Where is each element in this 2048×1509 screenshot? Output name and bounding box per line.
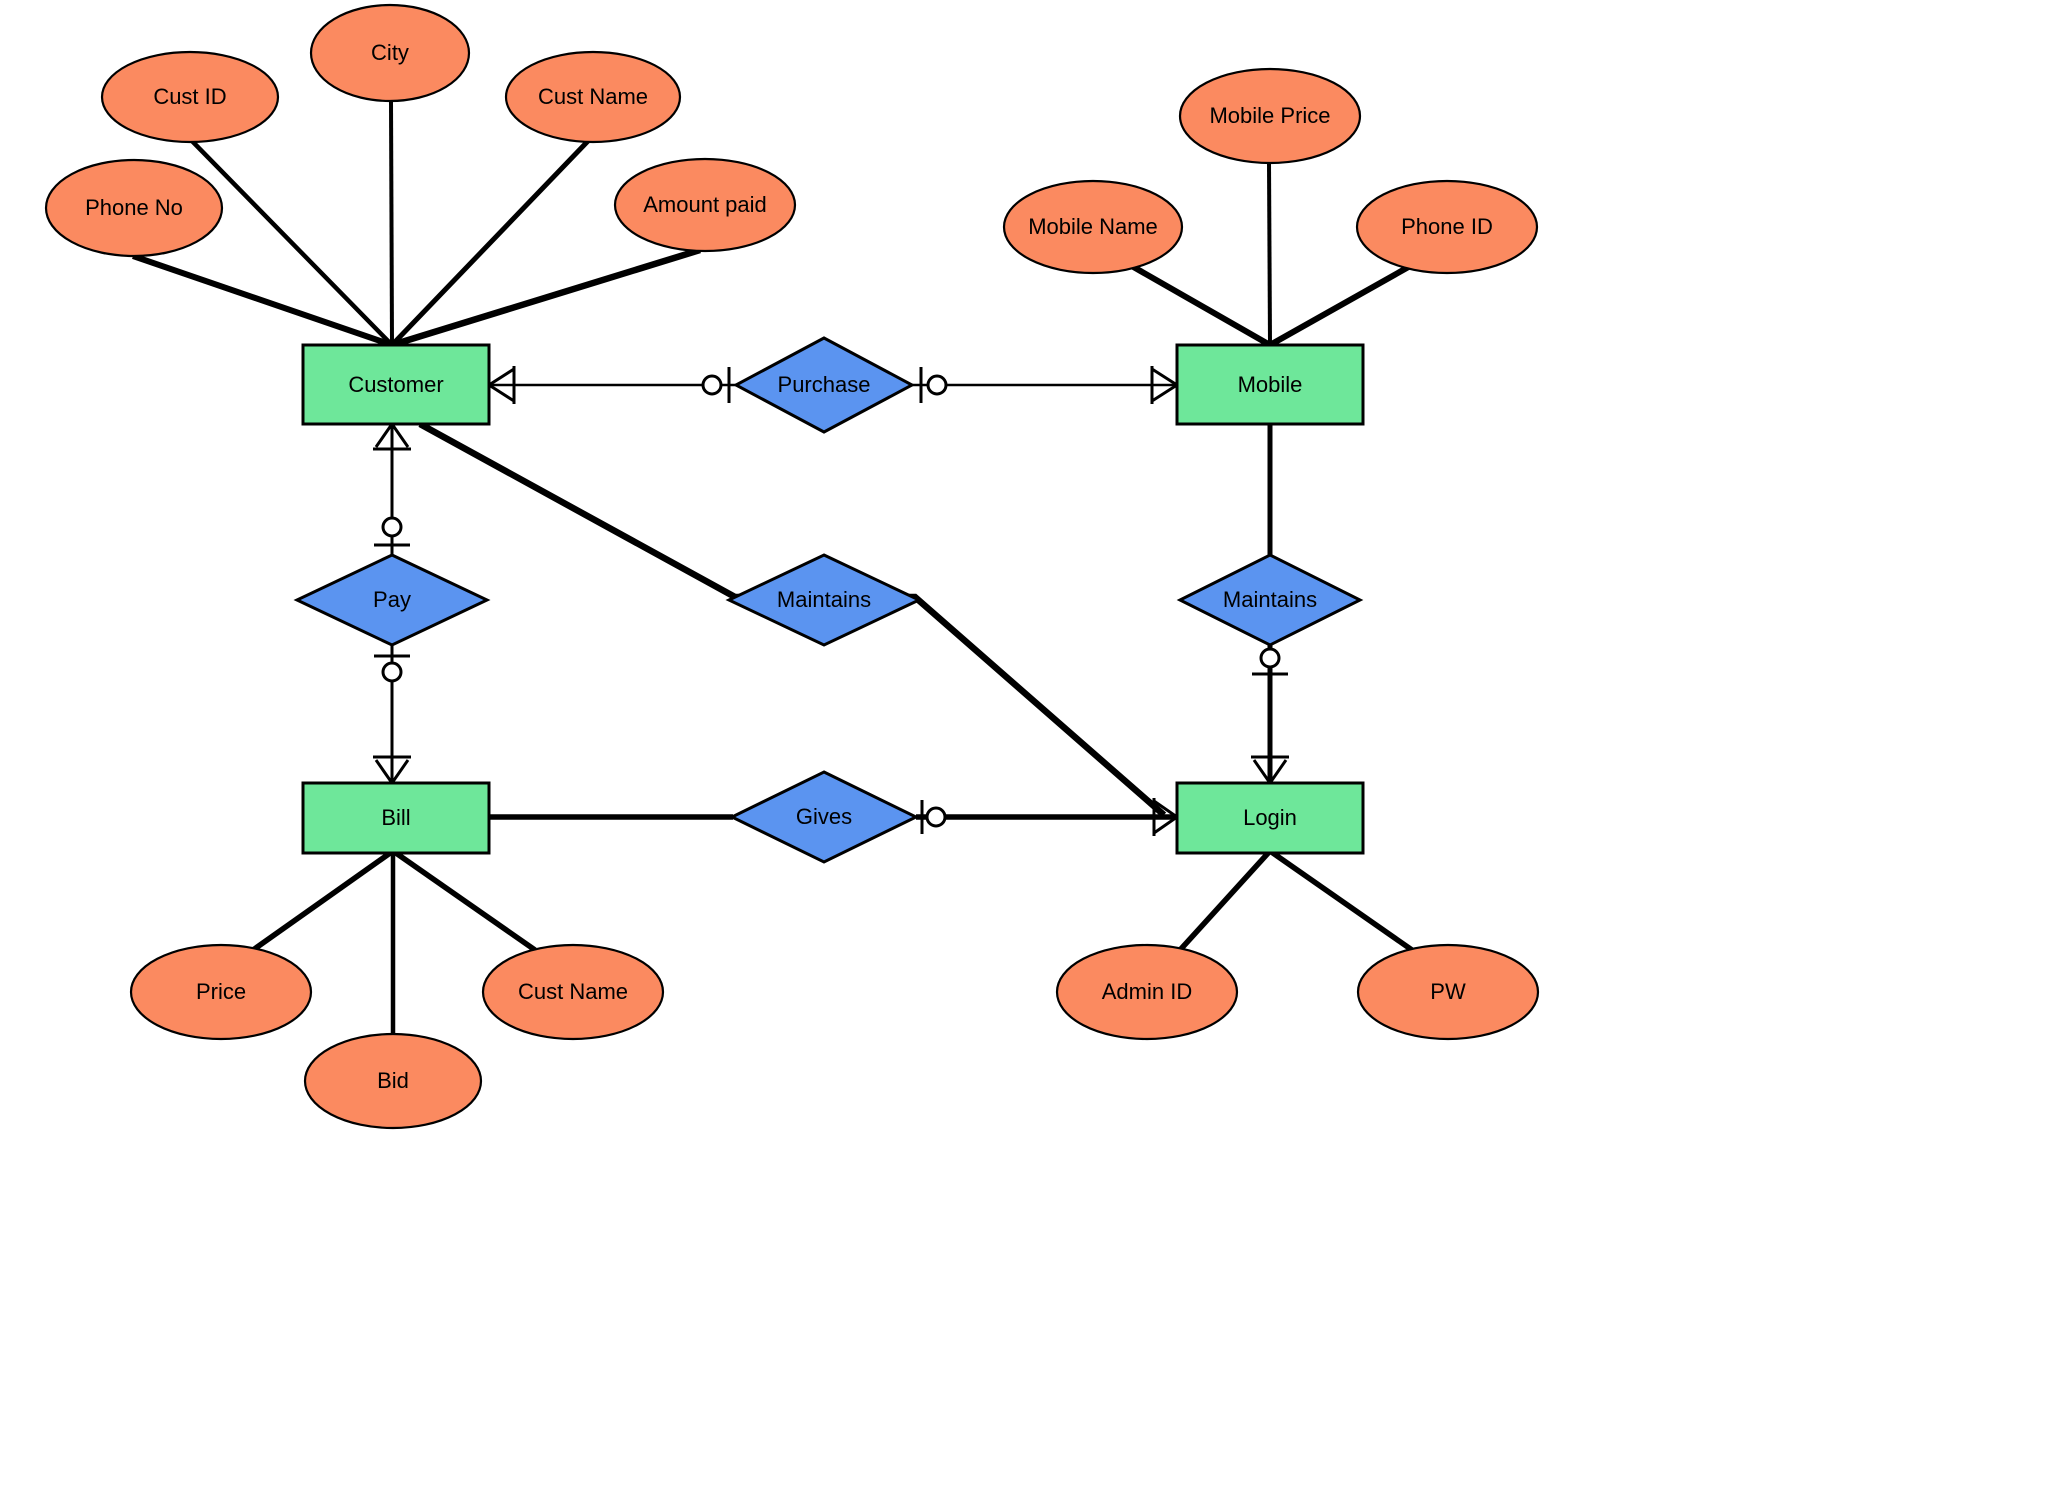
attribute-bill-cust-name[interactable]: Cust Name [481,943,665,1041]
link-bill-cust-name-bill [391,848,537,953]
attribute-mobile-name[interactable]: Mobile Name [1002,179,1184,275]
link-phone-id-mobile [1268,262,1414,348]
attribute-cust-name[interactable]: Cust Name [504,50,682,144]
relationship-gives[interactable]: Gives [728,770,920,864]
link-admin-id-login [1177,849,1273,952]
attribute-mobile-price[interactable]: Mobile Price [1178,67,1362,165]
entity-customer[interactable]: Customer [301,343,491,426]
attribute-phone-id[interactable]: Phone ID [1355,179,1539,275]
attribute-connector-lines [132,100,1414,1034]
entity-login[interactable]: Login [1175,781,1365,855]
relationship-purchase[interactable]: Purchase [732,336,916,434]
attribute-admin-id[interactable]: Admin ID [1055,943,1239,1041]
er-diagram-canvas: Cust ID City Cust Name Phone No Amount p… [0,0,2048,1509]
attribute-city[interactable]: City [309,3,471,103]
link-pw-login [1268,848,1414,953]
link-mobile-price-mobile [1267,162,1272,346]
attribute-amount-paid[interactable]: Amount paid [613,157,797,253]
link-cust-id-customer [190,139,394,347]
attribute-pw[interactable]: PW [1356,943,1540,1041]
link-price-bill [251,848,395,953]
link-phone-no-customer [132,253,393,348]
er-diagram-svg: Cust ID City Cust Name Phone No Amount p… [44,3,1540,1130]
relationship-pay[interactable]: Pay [293,553,491,647]
link-city-customer [389,100,394,346]
entity-mobile[interactable]: Mobile [1175,343,1365,426]
attribute-price[interactable]: Price [129,943,313,1041]
relationship-maintains-right[interactable]: Maintains [1176,553,1364,647]
attribute-bid[interactable]: Bid [303,1032,483,1130]
link-mobile-name-mobile [1128,262,1272,348]
attribute-phone-no[interactable]: Phone No [44,158,224,258]
attributes-layer: Cust ID City Cust Name Phone No Amount p… [44,3,1540,1130]
relationship-maintains-left[interactable]: Maintains [725,553,923,647]
attribute-cust-id[interactable]: Cust ID [100,50,280,144]
entity-bill[interactable]: Bill [301,781,491,855]
